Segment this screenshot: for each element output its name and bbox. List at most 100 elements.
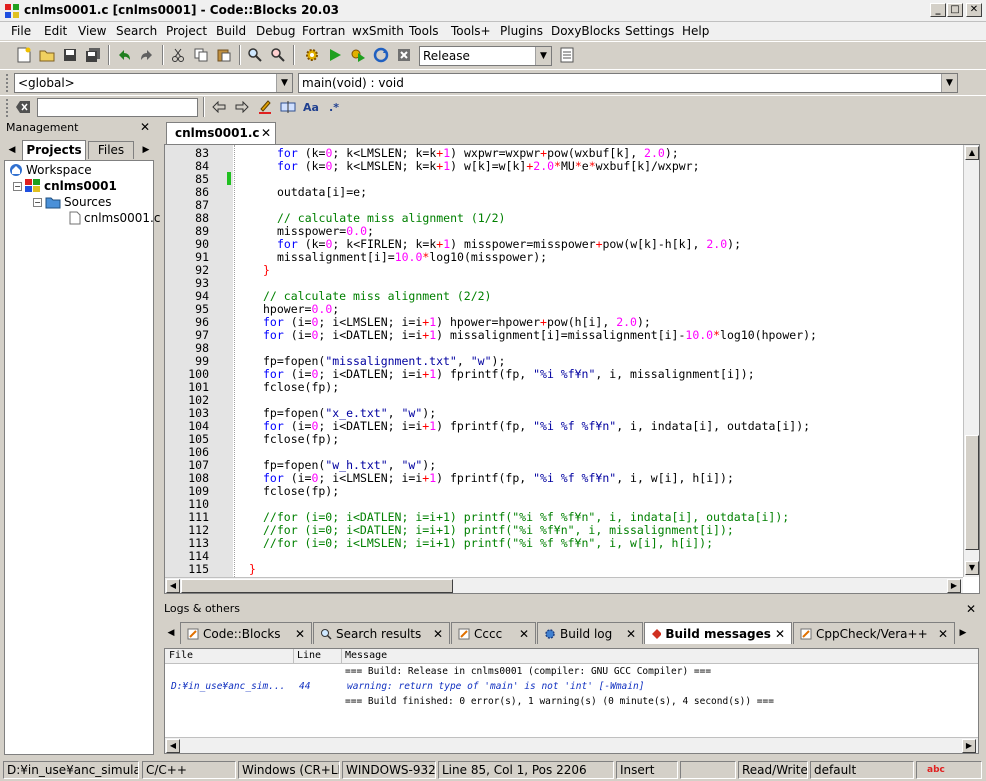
function-select[interactable]: main(void) : void ▼ [298, 73, 958, 93]
selection-only-icon[interactable] [278, 97, 298, 117]
tab-scroll-left-icon[interactable]: ◀ [164, 624, 178, 642]
close-icon[interactable]: ✕ [433, 627, 443, 641]
redo-icon[interactable] [137, 45, 157, 65]
menu-tools[interactable]: Tools [409, 24, 439, 38]
scroll-left-icon[interactable]: ◀ [166, 579, 180, 593]
close-icon[interactable]: ✕ [775, 627, 785, 641]
code-line[interactable]: 101 fclose(fp); [165, 381, 963, 394]
scroll-right-icon[interactable]: ▶ [947, 579, 961, 593]
logs-horizontal-scrollbar[interactable]: ◀ ▶ [165, 737, 978, 753]
code-line[interactable]: 84 for (k=0; k<LMSLEN; k=k+1) w[k]=w[k]+2… [165, 160, 963, 173]
close-icon[interactable]: ✕ [519, 627, 529, 641]
column-header-file[interactable]: File [169, 650, 193, 661]
tab-files[interactable]: Files [88, 141, 134, 159]
tab-scroll-right-icon[interactable]: ▶ [138, 141, 154, 159]
find-icon[interactable] [245, 45, 265, 65]
chevron-down-icon[interactable]: ▼ [535, 47, 551, 65]
column-divider[interactable] [341, 649, 342, 664]
menu-settings[interactable]: Settings [625, 24, 674, 38]
tab-build-log[interactable]: Build log ✕ [537, 622, 643, 644]
code-editor[interactable]: 83 for (k=0; k<LMSLEN; k=k+1) wxpwr=wxpwr… [164, 144, 980, 594]
close-icon[interactable]: ✕ [938, 627, 948, 641]
code-line[interactable]: 115} [165, 563, 963, 576]
menu-plugins[interactable]: Plugins [500, 24, 543, 38]
menu-build[interactable]: Build [216, 24, 246, 38]
save-icon[interactable] [60, 45, 80, 65]
editor-tab-file[interactable]: cnlms0001.c ✕ [166, 122, 276, 144]
open-folder-icon[interactable] [37, 45, 57, 65]
rebuild-icon[interactable] [371, 45, 391, 65]
clear-search-icon[interactable] [13, 97, 33, 117]
spell-check-icon[interactable]: abc [916, 761, 982, 779]
build-and-run-icon[interactable] [348, 45, 368, 65]
build-gear-icon[interactable] [302, 45, 322, 65]
column-header-message[interactable]: Message [345, 650, 387, 661]
scroll-down-icon[interactable]: ▼ [965, 561, 979, 575]
run-icon[interactable] [325, 45, 345, 65]
scroll-thumb[interactable] [181, 579, 453, 593]
tree-item-sources[interactable]: − Sources [33, 195, 111, 209]
code-line[interactable]: 113//for (i=0; i<LMSLEN; i=i+1) printf("… [165, 537, 963, 550]
build-messages-list[interactable]: File Line Message === Build: Release in … [164, 648, 979, 754]
match-case-icon[interactable]: Aa [301, 97, 321, 117]
column-header-line[interactable]: Line [297, 650, 321, 661]
scope-select[interactable]: <global> ▼ [14, 73, 293, 93]
code-line[interactable]: 105 fclose(fp); [165, 433, 963, 446]
editor-vertical-scrollbar[interactable]: ▲ ▼ [963, 145, 979, 577]
chevron-down-icon[interactable]: ▼ [941, 74, 957, 92]
save-all-icon[interactable] [83, 45, 103, 65]
tab-build-messages[interactable]: Build messages ✕ [644, 622, 792, 644]
code-line[interactable]: 92} [165, 264, 963, 277]
table-row[interactable]: === Build finished: 0 error(s), 1 warnin… [165, 695, 978, 709]
menu-fortran[interactable]: Fortran [302, 24, 345, 38]
build-options-icon[interactable] [557, 45, 577, 65]
close-icon[interactable]: ✕ [626, 627, 636, 641]
undo-icon[interactable] [114, 45, 134, 65]
tab-cccc[interactable]: Cccc ✕ [451, 622, 536, 644]
menu-project[interactable]: Project [166, 24, 207, 38]
code-line[interactable]: 91 missalignment[i]=10.0*log10(misspower)… [165, 251, 963, 264]
menu-edit[interactable]: Edit [44, 24, 67, 38]
close-icon[interactable]: ✕ [261, 126, 271, 140]
close-icon[interactable]: ✕ [295, 627, 305, 641]
menu-help[interactable]: Help [682, 24, 709, 38]
menu-wxsmith[interactable]: wxSmith [352, 24, 404, 38]
search-input[interactable] [37, 98, 198, 117]
code-area[interactable]: 83 for (k=0; k<LMSLEN; k=k+1) wxpwr=wxpwr… [165, 147, 963, 577]
tab-cppcheck[interactable]: CppCheck/Vera++ ✕ [793, 622, 955, 644]
find-previous-icon[interactable] [209, 97, 229, 117]
tab-scroll-right-icon[interactable]: ▶ [956, 624, 970, 642]
replace-icon[interactable] [268, 45, 288, 65]
menu-search[interactable]: Search [116, 24, 157, 38]
abort-icon[interactable] [394, 45, 414, 65]
minimize-button[interactable]: _ [930, 3, 946, 17]
highlight-icon[interactable] [255, 97, 275, 117]
scroll-left-icon[interactable]: ◀ [166, 739, 180, 753]
scroll-right-icon[interactable]: ▶ [962, 739, 976, 753]
close-icon[interactable]: ✕ [966, 602, 976, 616]
chevron-down-icon[interactable]: ▼ [276, 74, 292, 92]
build-target-select[interactable]: Release ▼ [419, 46, 552, 66]
menu-tools-plus[interactable]: Tools+ [451, 24, 491, 38]
table-row[interactable]: D:¥in_use¥anc_sim... 44 warning: return … [165, 680, 978, 694]
tab-search-results[interactable]: Search results ✕ [313, 622, 450, 644]
collapse-icon[interactable]: − [33, 197, 42, 207]
tab-projects[interactable]: Projects [22, 140, 86, 160]
maximize-button[interactable]: □ [947, 3, 963, 17]
table-row[interactable]: === Build: Release in cnlms0001 (compile… [165, 665, 978, 679]
menu-doxyblocks[interactable]: DoxyBlocks [551, 24, 620, 38]
menu-view[interactable]: View [78, 24, 106, 38]
tab-scroll-left-icon[interactable]: ◀ [4, 141, 20, 159]
find-next-icon[interactable] [232, 97, 252, 117]
code-line[interactable]: 97 for (i=0; i<DATLEN; i=i+1) missalignme… [165, 329, 963, 342]
column-divider[interactable] [293, 649, 294, 664]
tree-item-file[interactable]: cnlms0001.c [69, 211, 160, 225]
collapse-icon[interactable]: − [13, 181, 22, 191]
paste-icon[interactable] [214, 45, 234, 65]
scroll-thumb[interactable] [965, 435, 979, 550]
new-file-icon[interactable] [14, 45, 34, 65]
close-icon[interactable]: ✕ [140, 120, 150, 134]
menu-file[interactable]: File [11, 24, 31, 38]
regex-icon[interactable]: .* [324, 97, 344, 117]
tree-item-workspace[interactable]: Workspace [9, 163, 92, 177]
